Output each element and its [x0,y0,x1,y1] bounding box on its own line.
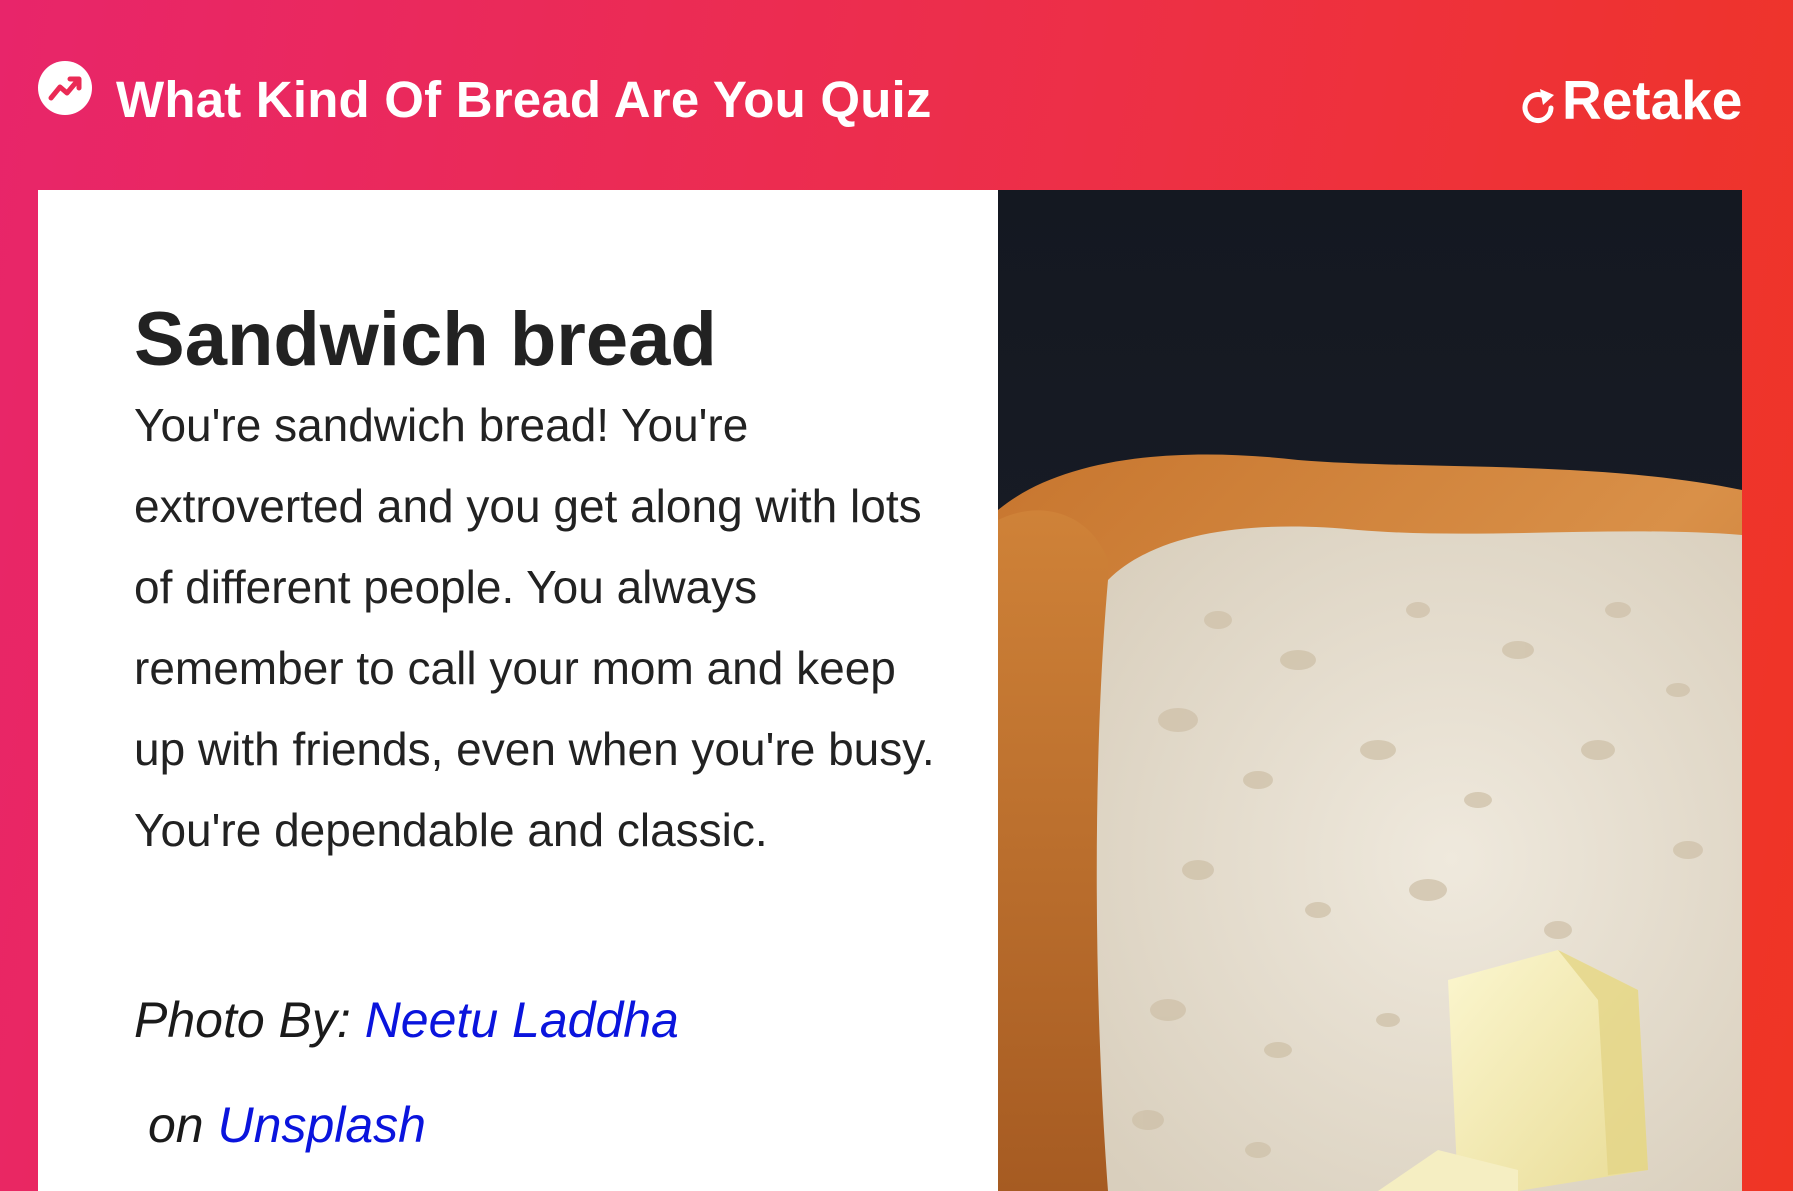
source-link[interactable]: Unsplash [218,1097,426,1153]
result-card: Sandwich bread You're sandwich bread! Yo… [38,190,1742,1191]
result-title: Sandwich bread [134,297,717,382]
retake-label: Retake [1562,69,1743,131]
on-label: on [148,1097,204,1153]
photo-by-label: Photo By: [134,992,351,1048]
quiz-title: What Kind Of Bread Are You Quiz [116,71,932,128]
retake-button[interactable]: Retake [1518,70,1742,130]
source-credit-line: on Unsplash [148,1095,426,1155]
bread-photo-icon [998,190,1742,1191]
quiz-header: What Kind Of Bread Are You Quiz Retake [0,0,1793,190]
photo-credit-line: Photo By: Neetu Laddha [134,990,679,1050]
result-text-panel: Sandwich bread You're sandwich bread! Yo… [38,190,1000,1191]
trending-icon [38,61,92,115]
sandwich-bread-photo [998,190,1742,1191]
photographer-link[interactable]: Neetu Laddha [365,992,679,1048]
result-description: You're sandwich bread! You're extroverte… [134,399,935,856]
refresh-icon [1522,89,1554,124]
